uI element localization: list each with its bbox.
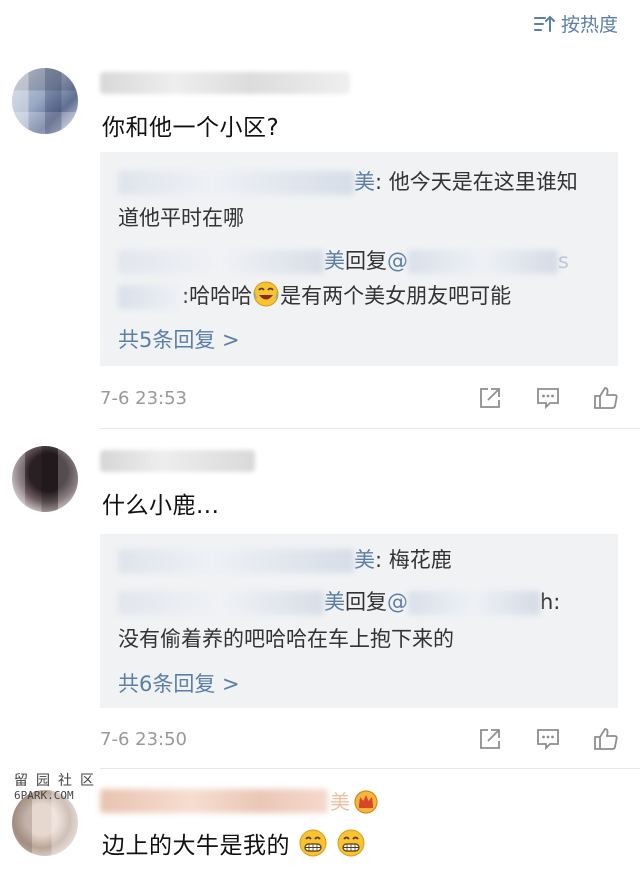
divider [100,768,640,769]
sort-label: 按热度 [560,14,618,36]
username-suffix: 美 [330,790,350,814]
mention-redacted [408,250,558,274]
reply-text: : 梅花鹿 [375,548,452,572]
avatar[interactable] [12,68,78,134]
mention-at: @ [387,590,408,614]
mention-redacted [118,285,182,309]
reply-box: 美: 他今天是在这里谁知 道他平时在哪 美回复@ s :哈哈哈 是有两个美女朋友吧… [100,152,618,366]
like-icon[interactable] [592,384,620,412]
timestamp: 7-6 23:50 [100,728,187,750]
reply-username-redacted [118,171,354,195]
reply-verb: 回复 [345,590,387,614]
watermark: 留园社区 6PARK.COM [14,774,102,801]
laugh-cry-emoji [253,281,279,307]
comment-text-content: 边上的大牛是我的 [102,833,290,859]
crown-badge-icon [354,789,378,814]
reply-username-suffix: 美 [324,249,345,273]
reply-item[interactable]: 美: 梅花鹿 [118,543,600,577]
mention-at: @ [387,249,408,273]
reply-box: 美: 梅花鹿 美回复@ h: 没有偷着养的吧哈哈在车上抱下来的 共6条回复 > [100,534,618,708]
avatar[interactable] [12,446,78,512]
reply-text: : 他今天是在这里谁知 [375,170,578,194]
reply-verb: 回复 [345,249,387,273]
comment-icon[interactable] [534,725,562,753]
share-icon[interactable] [476,384,504,412]
reply-username-redacted [118,250,324,274]
mention-tail: s [558,249,569,273]
mention-redacted [408,591,540,615]
reply-username-redacted [118,591,324,615]
username-redacted [100,788,328,813]
grin-emoji [337,829,365,857]
view-replies-link[interactable]: 共5条回复 > [118,324,240,354]
reply-item[interactable]: 美回复@ h: [118,585,600,619]
reply-text-cont: 道他平时在哪 [118,206,244,230]
username-redacted[interactable] [100,72,350,94]
watermark-cn: 留园社区 [14,773,102,789]
comment-meta: 7-6 23:53 [100,384,620,412]
username-redacted[interactable] [100,450,255,472]
mention-tail: h: [540,590,561,614]
timestamp: 7-6 23:53 [100,387,187,409]
username-row[interactable]: 美 [100,786,380,815]
share-icon[interactable] [476,725,504,753]
reply-username-suffix: 美 [324,590,345,614]
comment-text: 你和他一个小区? [102,115,280,141]
comment-text: 边上的大牛是我的 [102,826,366,860]
comment-icon[interactable] [534,384,562,412]
reply-text-line: :哈哈哈 是有两个美女朋友吧可能 [118,279,600,313]
reply-text-cont: 是有两个美女朋友吧可能 [280,284,512,308]
grin-emoji [299,829,327,857]
comment-meta: 7-6 23:50 [100,725,620,753]
reply-item[interactable]: 美回复@ s [118,244,600,278]
view-replies-link[interactable]: 共6条回复 > [118,668,240,698]
reply-item[interactable]: 美: 他今天是在这里谁知 [118,165,600,199]
reply-text: 没有偷着养的吧哈哈在车上抱下来的 [118,627,454,651]
watermark-en: 6PARK.COM [14,789,74,802]
reply-text: :哈哈哈 [182,284,253,308]
divider [100,428,640,429]
like-icon[interactable] [592,725,620,753]
comment-text: 什么小鹿... [102,493,220,519]
reply-username-suffix: 美 [354,170,375,194]
reply-username-redacted [118,549,354,573]
reply-username-suffix: 美 [354,548,375,572]
sort-icon [533,15,555,32]
sort-by-heat-button[interactable]: 按热度 [533,10,618,37]
